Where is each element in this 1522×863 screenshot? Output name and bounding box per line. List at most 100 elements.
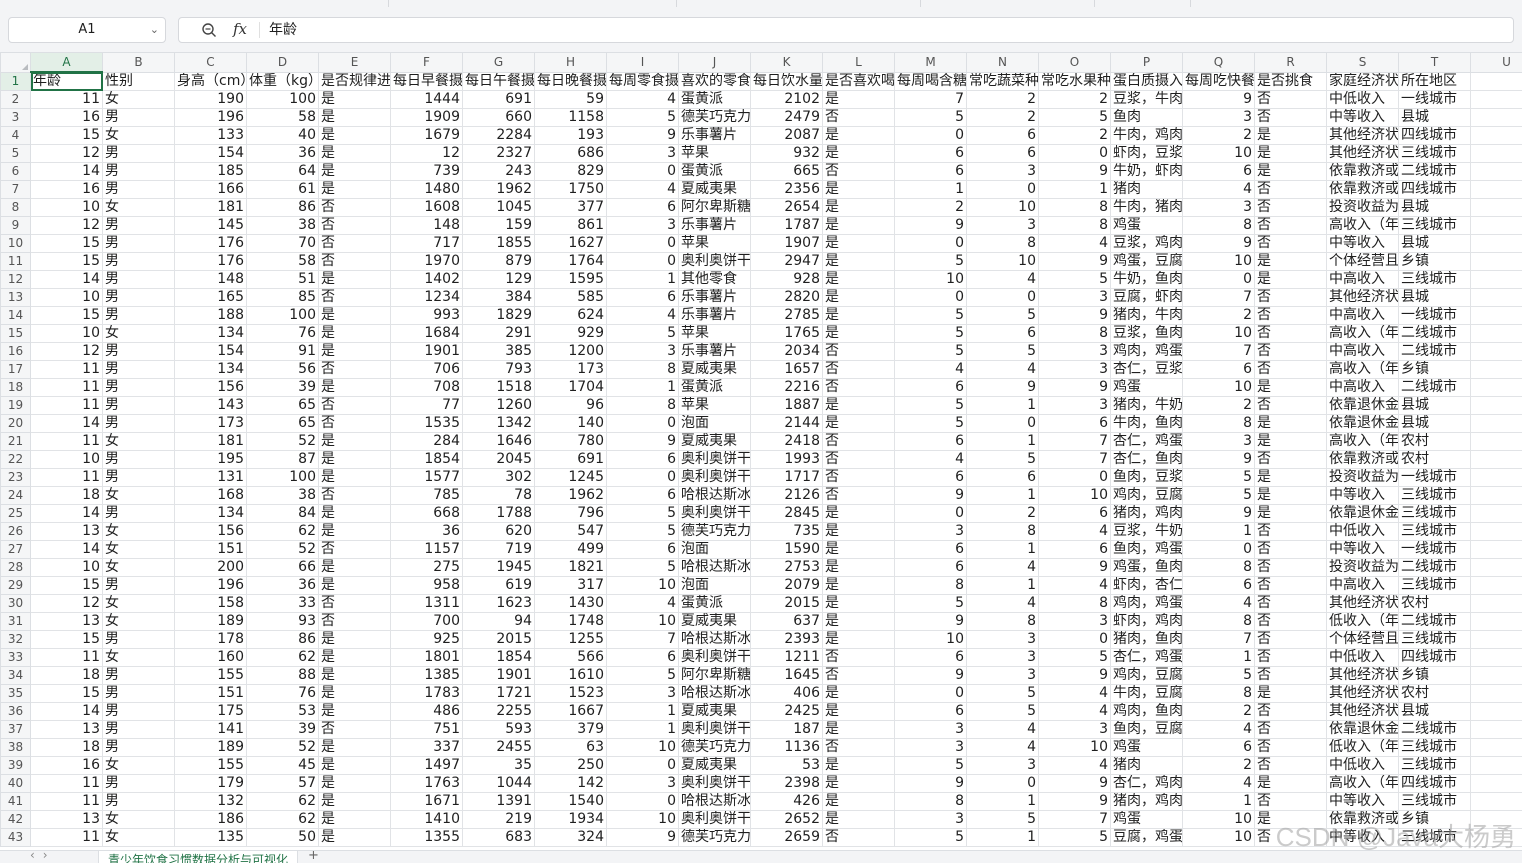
row-header[interactable]: 11	[1, 253, 31, 271]
cell[interactable]: 中等收入	[1327, 235, 1399, 253]
cell[interactable]: 男	[103, 685, 175, 703]
cell[interactable]: 11	[31, 433, 103, 451]
cell[interactable]: 4	[1039, 235, 1111, 253]
cell[interactable]: 4	[1183, 721, 1255, 739]
column-header-r[interactable]: R	[1255, 53, 1327, 73]
cell[interactable]: 317	[535, 577, 607, 595]
cell[interactable]: 585	[535, 289, 607, 307]
cell[interactable]: 是	[319, 631, 391, 649]
cell[interactable]: 是	[1255, 415, 1327, 433]
cell[interactable]: 9	[1039, 379, 1111, 397]
cell[interactable]: 2	[895, 199, 967, 217]
cell[interactable]: 5	[1183, 487, 1255, 505]
cell[interactable]: 6	[895, 469, 967, 487]
cell[interactable]: 5	[1183, 667, 1255, 685]
select-all-corner[interactable]	[1, 53, 31, 73]
cell[interactable]: 男	[103, 415, 175, 433]
cell[interactable]: 6	[607, 541, 679, 559]
row-header[interactable]: 7	[1, 181, 31, 199]
cell[interactable]: 一线城市	[1399, 541, 1471, 559]
cell[interactable]: 3	[967, 631, 1039, 649]
cell[interactable]: 二线城市	[1399, 343, 1471, 361]
fx-icon[interactable]: fx	[233, 20, 247, 38]
cell[interactable]: 德芙巧克力	[679, 829, 751, 847]
cell[interactable]: 每日早餐摄	[391, 72, 463, 91]
cell[interactable]: 投资收益为	[1327, 199, 1399, 217]
cell[interactable]: 否	[823, 379, 895, 397]
cell[interactable]: 中高收入	[1327, 343, 1399, 361]
cell[interactable]: 3	[1039, 289, 1111, 307]
row-header[interactable]: 28	[1, 559, 31, 577]
cell[interactable]	[1471, 775, 1522, 793]
cell[interactable]: 9	[1039, 253, 1111, 271]
cell[interactable]: 63	[535, 739, 607, 757]
cell[interactable]: 1311	[391, 595, 463, 613]
cell[interactable]: 男	[103, 307, 175, 325]
cell[interactable]: 2356	[751, 181, 823, 199]
cell[interactable]: 2102	[751, 91, 823, 109]
cell[interactable]: 10	[1183, 145, 1255, 163]
cell[interactable]: 是	[319, 469, 391, 487]
cell[interactable]: 否	[319, 217, 391, 235]
cell[interactable]: 65	[247, 397, 319, 415]
column-header-l[interactable]: L	[823, 53, 895, 73]
cell[interactable]: 是	[823, 541, 895, 559]
cell[interactable]: 51	[247, 271, 319, 289]
cell[interactable]: 每周零食摄	[607, 72, 679, 91]
cell[interactable]: 9	[1039, 667, 1111, 685]
cell[interactable]: 11	[31, 379, 103, 397]
cell[interactable]: 18	[31, 667, 103, 685]
cell[interactable]: 2	[1183, 757, 1255, 775]
cell[interactable]: 是	[319, 577, 391, 595]
cell[interactable]: 179	[175, 775, 247, 793]
row-header[interactable]: 10	[1, 235, 31, 253]
cell[interactable]: 蛋黄派	[679, 379, 751, 397]
cell[interactable]: 135	[175, 829, 247, 847]
cell[interactable]	[1471, 145, 1522, 163]
cell[interactable]: 一线城市	[1399, 307, 1471, 325]
cell[interactable]: 男	[103, 109, 175, 127]
cell[interactable]: 7	[607, 631, 679, 649]
row-header[interactable]: 2	[1, 91, 31, 109]
cell[interactable]: 3	[967, 667, 1039, 685]
cell[interactable]: 中高收入	[1327, 379, 1399, 397]
cell[interactable]: 5	[895, 253, 967, 271]
cell[interactable]: 二线城市	[1399, 163, 1471, 181]
cell[interactable]: 993	[391, 307, 463, 325]
cell[interactable]: 1200	[535, 343, 607, 361]
cell[interactable]: 10	[1039, 487, 1111, 505]
cell[interactable]: 男	[103, 793, 175, 811]
cell[interactable]: 1523	[535, 685, 607, 703]
cell[interactable]: 14	[31, 271, 103, 289]
cell[interactable]: 2216	[751, 379, 823, 397]
cell[interactable]: 1679	[391, 127, 463, 145]
cell[interactable]: 是	[1255, 469, 1327, 487]
cell[interactable]: 猪肉，牛奶	[1111, 397, 1183, 415]
cell[interactable]: 932	[751, 145, 823, 163]
cell[interactable]: 665	[751, 163, 823, 181]
cell[interactable]: 0	[967, 775, 1039, 793]
cell[interactable]: 中等收入	[1327, 487, 1399, 505]
cell[interactable]: 5	[967, 703, 1039, 721]
cell[interactable]: 县城	[1399, 199, 1471, 217]
column-header-f[interactable]: F	[391, 53, 463, 73]
cell[interactable]: 否	[823, 109, 895, 127]
cell[interactable]: 1765	[751, 325, 823, 343]
cell[interactable]: 6	[607, 199, 679, 217]
cell[interactable]: 三线城市	[1399, 271, 1471, 289]
cell[interactable]: 7	[1039, 433, 1111, 451]
cell[interactable]	[1471, 793, 1522, 811]
cell[interactable]: 6	[967, 145, 1039, 163]
cell[interactable]: 是	[319, 685, 391, 703]
cell[interactable]: 是	[823, 307, 895, 325]
cell[interactable]: 11	[31, 361, 103, 379]
cell[interactable]: 否	[1255, 631, 1327, 649]
cell[interactable]: 否	[1255, 523, 1327, 541]
cell[interactable]: 52	[247, 433, 319, 451]
cell[interactable]: 739	[391, 163, 463, 181]
cell[interactable]: 62	[247, 523, 319, 541]
cell[interactable]: 否	[1255, 613, 1327, 631]
row-header[interactable]: 9	[1, 217, 31, 235]
cell[interactable]: 385	[463, 343, 535, 361]
row-header[interactable]: 36	[1, 703, 31, 721]
